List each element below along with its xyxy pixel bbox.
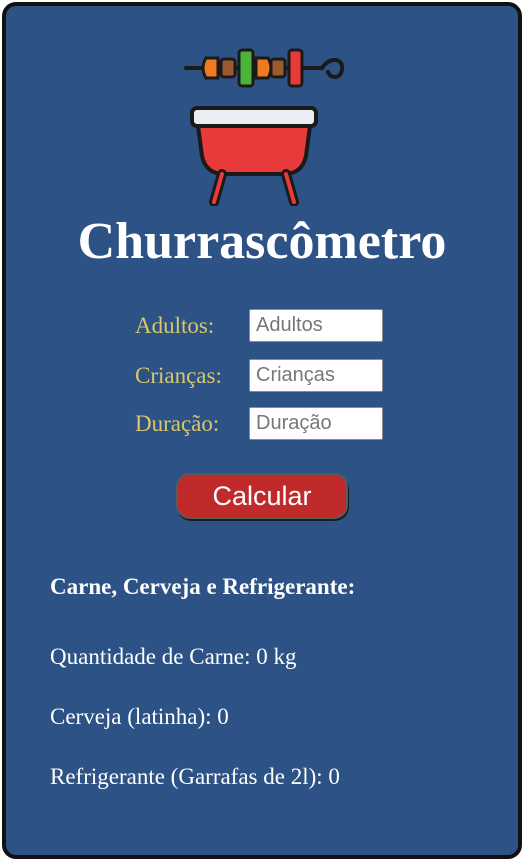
duration-label: Duração: (135, 411, 220, 436)
app-card: Churrascômetro Adultos: Crianças: Duraçã… (2, 2, 522, 859)
page-title: Churrascômetro (77, 213, 447, 270)
children-input[interactable] (249, 359, 383, 392)
barbecue-grill-icon (184, 48, 345, 206)
duration-input[interactable] (249, 407, 383, 440)
result-beer: Cerveja (latinha): 0 (50, 704, 229, 729)
children-label: Crianças: (135, 363, 222, 388)
adults-input[interactable] (249, 309, 383, 342)
kebab-skewer-icon (184, 48, 345, 88)
result-soda: Refrigerante (Garrafas de 2l): 0 (50, 764, 340, 789)
adults-label: Adultos: (135, 313, 215, 338)
result-meat: Quantidade de Carne: 0 kg (50, 644, 297, 669)
results-heading: Carne, Cerveja e Refrigerante: (50, 574, 356, 599)
calculate-button[interactable]: Calcular (176, 473, 348, 519)
